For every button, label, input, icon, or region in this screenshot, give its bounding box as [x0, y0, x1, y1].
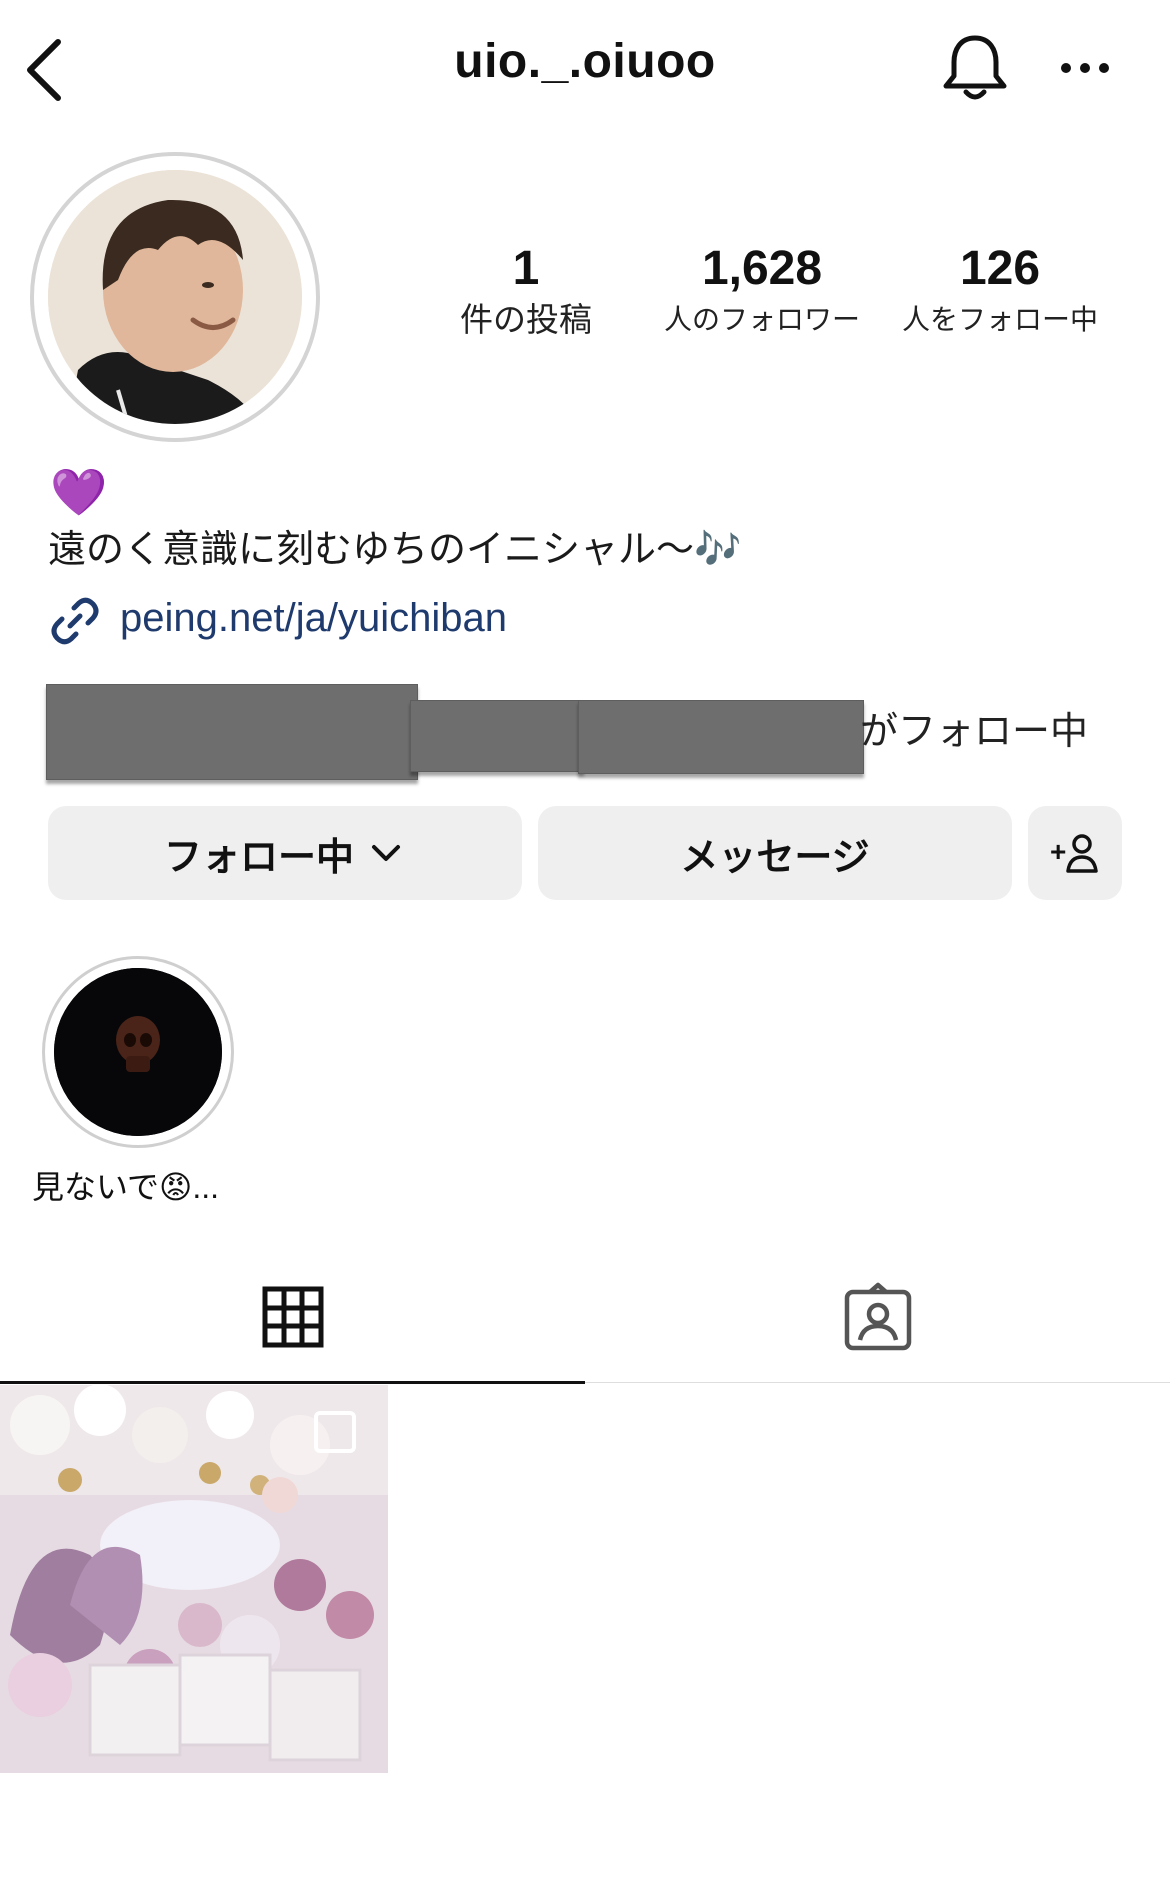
highlight-label: 見ないで😡...: [32, 1169, 220, 1205]
posts-label: 件の投稿: [460, 301, 592, 338]
message-button[interactable]: メッセージ: [538, 806, 1012, 900]
following-button-label: フォロー中: [163, 836, 354, 879]
add-user-plus: +: [1050, 836, 1066, 867]
bell-icon: [943, 35, 1007, 100]
add-user-button[interactable]: +: [1028, 806, 1122, 900]
message-button-label: メッセージ: [680, 836, 870, 879]
redacted-follower-2: [410, 700, 584, 772]
balloon-party-image: [0, 1385, 388, 1773]
bio-emoji: 💜: [50, 466, 108, 518]
add-user-icon: +: [1050, 834, 1098, 873]
link-icon: [51, 597, 99, 645]
highlight-cover[interactable]: [54, 968, 222, 1136]
followers-count: 1,628: [701, 242, 823, 295]
redacted-follower-1: [46, 684, 418, 780]
bio-text: 遠のく意識に刻むゆちのイニシャル〜🎶: [48, 529, 742, 571]
tab-tagged[interactable]: [585, 1250, 1170, 1384]
following-count: 126: [959, 242, 1041, 295]
stat-followers[interactable]: 1,628 人のフォロワー: [652, 240, 872, 342]
post-thumbnail[interactable]: [0, 1385, 388, 1773]
stat-posts[interactable]: 1 件の投稿: [416, 240, 636, 342]
more-horizontal-icon: [1061, 63, 1109, 73]
bio-link-text[interactable]: peing.net/ja/yuichiban: [120, 596, 507, 641]
grid-icon: [262, 1286, 323, 1348]
notification-bell-button[interactable]: [938, 30, 1012, 106]
avatar-photo: [48, 170, 302, 424]
redacted-follower-3: [578, 700, 864, 774]
tagged-person-icon: [844, 1282, 911, 1351]
following-label: 人をフォロー中: [901, 304, 1098, 335]
followed-by-text[interactable]: がフォロー中: [860, 700, 1088, 755]
active-tab-indicator: [0, 1381, 585, 1384]
following-button[interactable]: フォロー中: [48, 806, 522, 900]
posts-count: 1: [512, 242, 540, 295]
chevron-down-icon: [372, 845, 400, 861]
followers-label: 人のフォロワー: [663, 304, 860, 335]
skull-image: [54, 968, 222, 1136]
avatar[interactable]: [48, 170, 302, 424]
stat-following[interactable]: 126 人をフォロー中: [890, 240, 1110, 342]
tab-posts-grid[interactable]: [0, 1250, 585, 1384]
more-options-button[interactable]: [1058, 48, 1112, 88]
